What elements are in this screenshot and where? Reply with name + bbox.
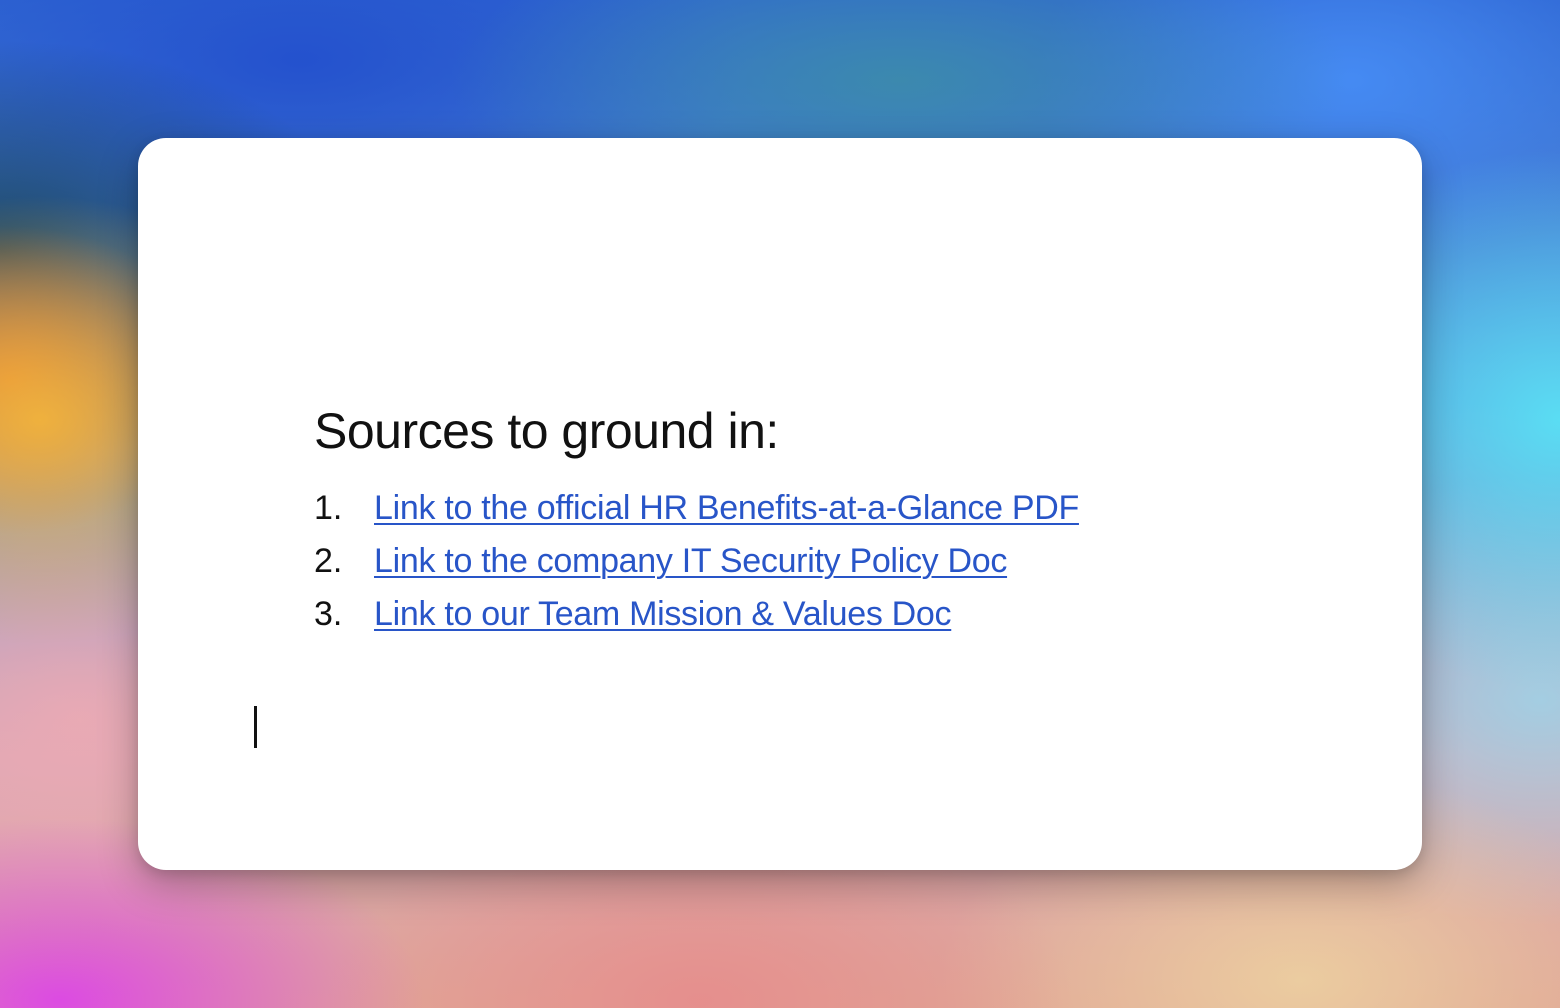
it-security-policy-link[interactable]: Link to the company IT Security Policy D…	[374, 535, 1007, 588]
document-card[interactable]: Sources to ground in: 1. Link to the off…	[138, 138, 1422, 870]
list-item: 1. Link to the official HR Benefits-at-a…	[314, 482, 1362, 535]
list-number: 3.	[314, 595, 343, 633]
team-mission-values-link[interactable]: Link to our Team Mission & Values Doc	[374, 588, 952, 641]
hr-benefits-link[interactable]: Link to the official HR Benefits-at-a-Gl…	[374, 482, 1079, 535]
list-number: 2.	[314, 542, 343, 580]
sources-heading: Sources to ground in:	[314, 403, 779, 459]
sources-list: 1. Link to the official HR Benefits-at-a…	[314, 482, 1362, 641]
list-item: 2. Link to the company IT Security Polic…	[314, 535, 1362, 588]
list-number: 1.	[314, 489, 343, 527]
list-item: 3. Link to our Team Mission & Values Doc	[314, 588, 1362, 641]
text-cursor	[254, 706, 257, 748]
document-body: Sources to ground in: 1. Link to the off…	[314, 400, 1362, 641]
